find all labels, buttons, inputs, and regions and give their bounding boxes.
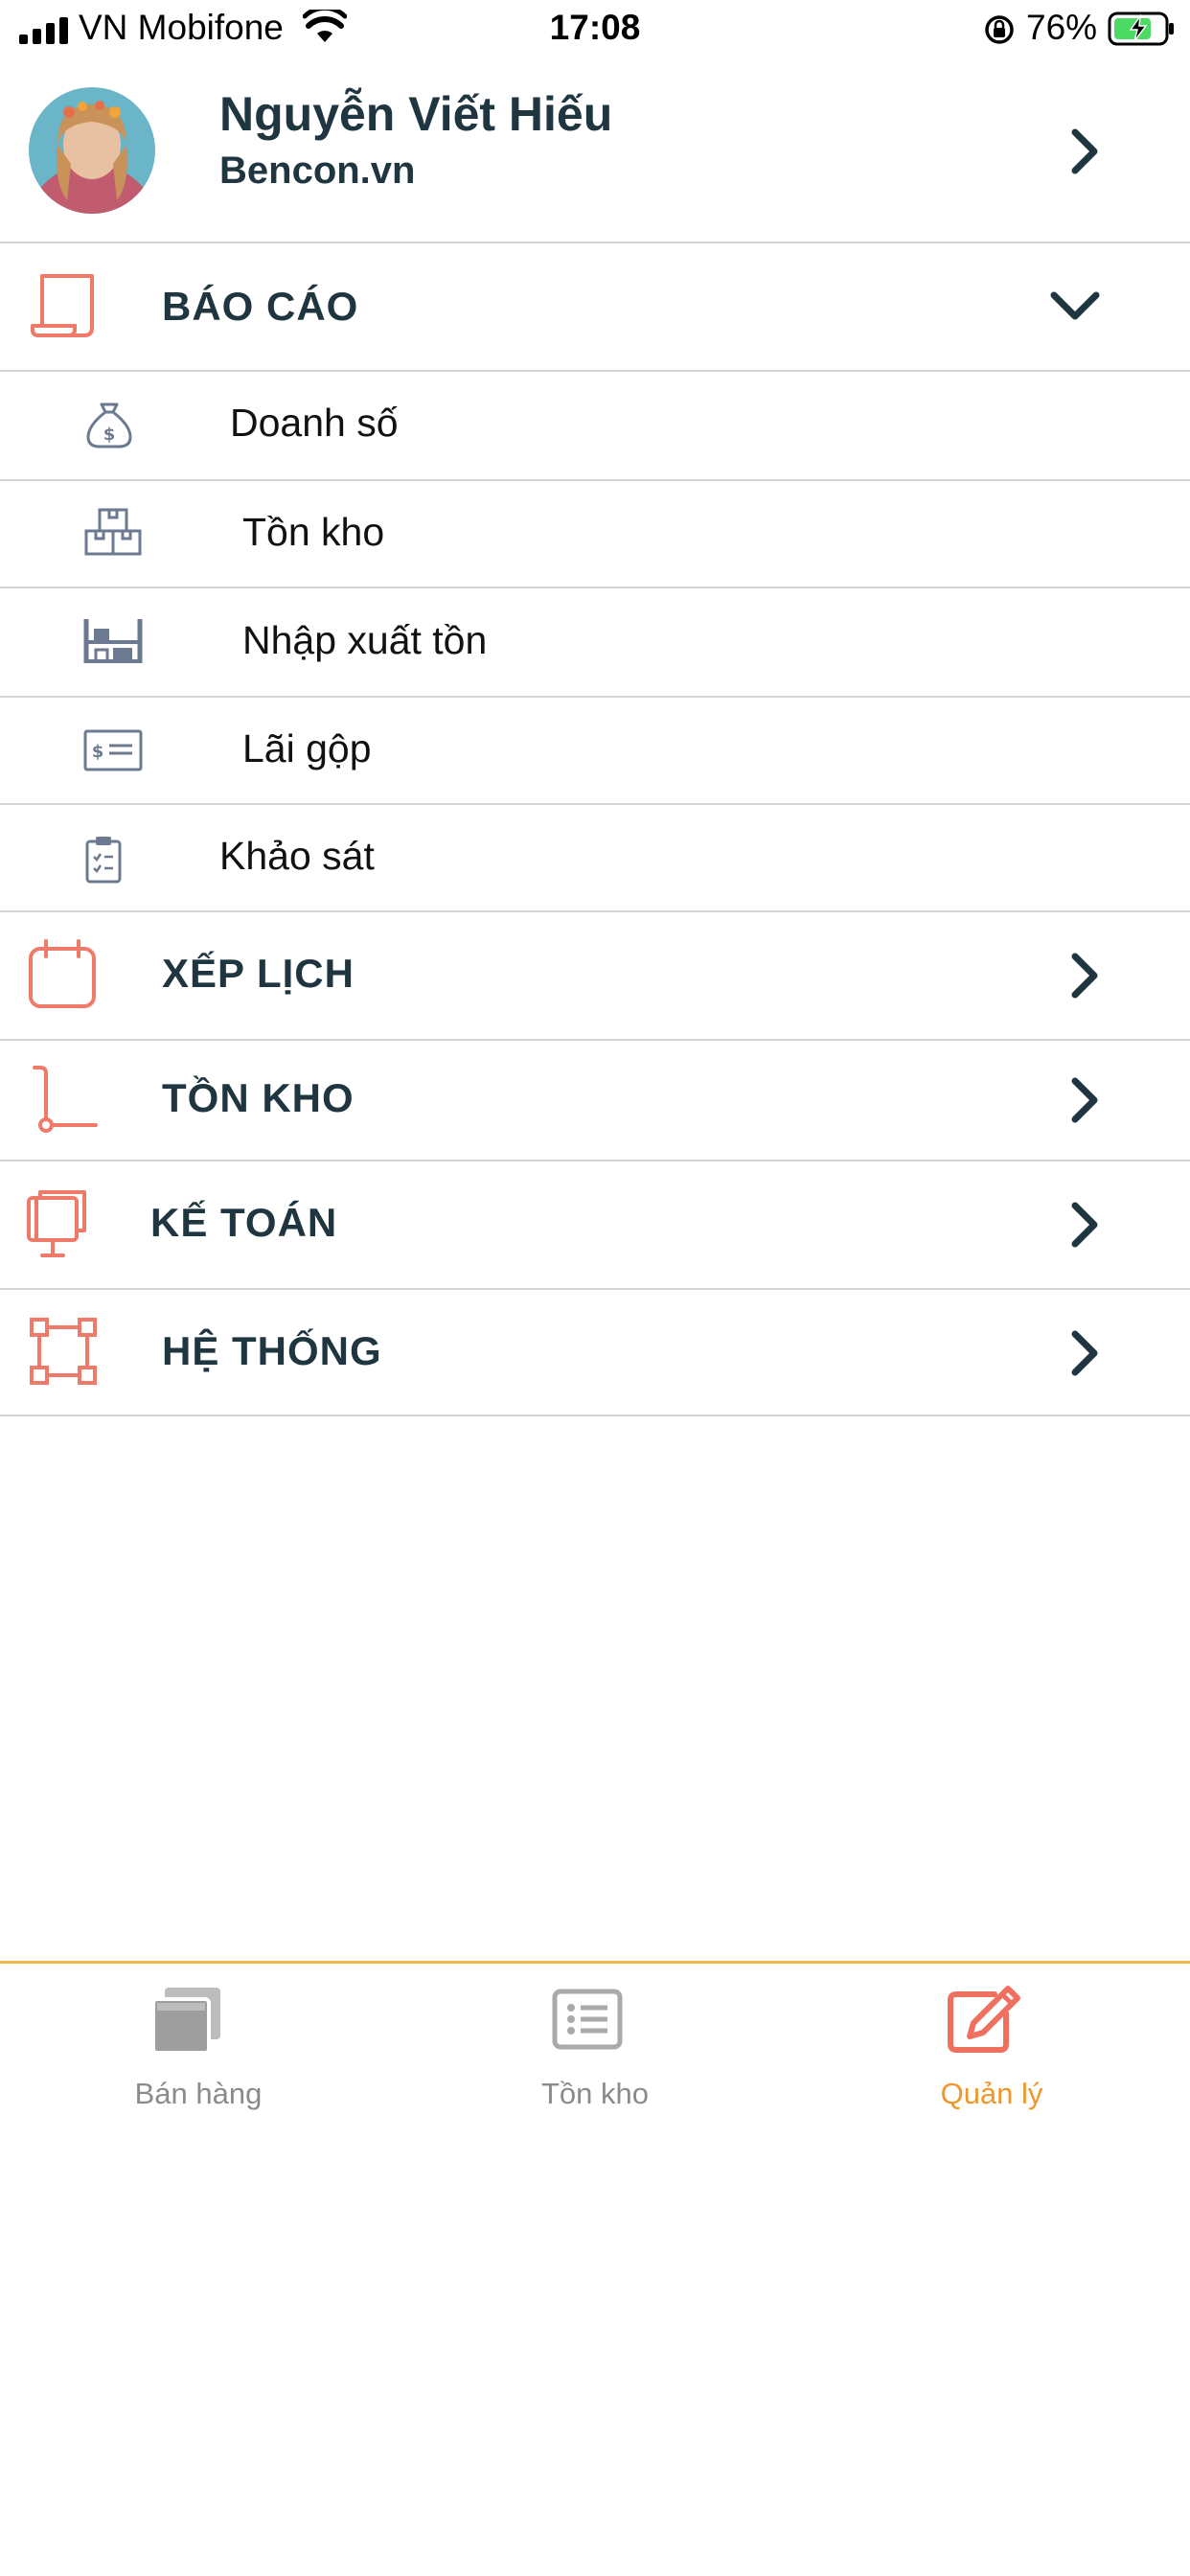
submenu-label: Tồn kho [242,510,385,554]
battery-percent: 76% [1026,8,1098,47]
money-bag-icon: $ [86,402,132,448]
tab-ban-hang[interactable]: Bán hàng [0,1964,397,2136]
submenu-item-ton-kho[interactable]: Tồn kho [0,481,1190,586]
divider [0,1414,1190,1416]
battery-icon [1108,12,1174,46]
profile-name: Nguyễn Viết Hiếu [219,87,613,141]
menu-section-ton-kho[interactable]: TỒN KHO [0,1041,1190,1160]
submenu-label: Nhập xuất tồn [242,618,488,662]
calendar-icon [29,939,96,1008]
submenu-label: Lãi gộp [242,726,372,770]
section-label: TỒN KHO [162,1075,355,1120]
sales-windows-icon [151,1988,220,2055]
section-label: XẾP LỊCH [162,951,355,996]
chevron-right-icon [1071,128,1098,174]
section-label: KẾ TOÁN [150,1200,338,1245]
warehouse-shelf-icon [83,619,143,663]
tab-label: Bán hàng [134,2077,263,2110]
submenu-label: Khảo sát [219,834,375,878]
submenu-item-lai-gop[interactable]: $ Lãi gộp [0,698,1190,803]
rotation-lock-icon [985,15,1014,44]
avatar [29,87,155,214]
chevron-right-icon [1071,1077,1098,1123]
svg-text:$: $ [92,742,104,762]
menu-section-ke-toan[interactable]: KẾ TOÁN [0,1162,1190,1288]
chevron-right-icon [1071,1330,1098,1376]
report-scroll-icon [31,274,94,337]
menu-section-xep-lich[interactable]: XẾP LỊCH [0,912,1190,1039]
hand-truck-icon [33,1066,98,1133]
svg-text:$: $ [103,425,116,445]
menu-section-bao-cao[interactable]: BÁO CÁO [0,243,1190,370]
tab-ton-kho[interactable]: Tồn kho [397,1964,793,2136]
edit-icon [948,1986,1020,2053]
chevron-right-icon [1071,953,1098,999]
accounting-desk-icon [27,1190,86,1257]
profile-company: Bencon.vn [219,150,416,192]
tab-quan-ly[interactable]: Quản lý [793,1964,1190,2136]
submenu-item-nhap-xuat-ton[interactable]: Nhập xuất tồn [0,588,1190,696]
profile-header[interactable]: Nguyễn Viết Hiếu Bencon.vn [0,75,1190,242]
tab-label: Quản lý [940,2077,1043,2110]
submenu-item-doanh-so[interactable]: $ Doanh số [0,372,1190,479]
chevron-down-icon [1050,291,1100,320]
chevron-right-icon [1071,1202,1098,1248]
status-bar: VN Mobifone 17:08 76% [0,0,1190,61]
clipboard-icon [85,837,122,884]
section-label: BÁO CÁO [162,284,359,329]
section-label: HỆ THỐNG [162,1328,382,1373]
submenu-item-khao-sat[interactable]: Khảo sát [0,805,1190,910]
menu-section-he-thong[interactable]: HỆ THỐNG [0,1290,1190,1414]
submenu-label: Doanh số [230,401,399,445]
tab-label: Tồn kho [540,2077,649,2110]
list-icon [552,1989,623,2050]
profit-card-icon: $ [83,729,143,771]
system-nodes-icon [30,1318,97,1385]
boxes-icon [84,508,142,556]
